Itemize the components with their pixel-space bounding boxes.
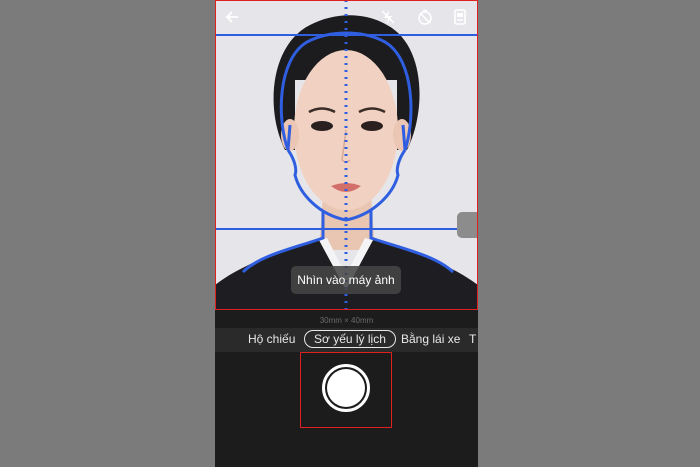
shutter-button[interactable]: [322, 364, 370, 412]
shutter-button-inner: [327, 369, 365, 407]
side-panel-tab[interactable]: [457, 212, 478, 238]
mode-driver-license[interactable]: Bằng lái xe: [401, 332, 460, 346]
mode-resume[interactable]: Sơ yếu lý lịch: [304, 330, 396, 348]
camera-switch-icon[interactable]: [449, 6, 471, 28]
mode-selector: Hộ chiếu Sơ yếu lý lịch Bằng lái xe T: [215, 328, 478, 352]
subject-photo: [215, 0, 478, 310]
mode-passport[interactable]: Hộ chiếu: [248, 332, 295, 346]
camera-top-bar: [215, 6, 478, 28]
camera-app: Nhìn vào máy ảnh 30mm × 40mm Hộ chiếu Sơ…: [215, 0, 478, 467]
timer-off-icon[interactable]: [414, 6, 436, 28]
look-at-camera-prompt: Nhìn vào máy ảnh: [291, 266, 401, 294]
shutter-highlight-box: [300, 352, 392, 428]
flash-off-icon[interactable]: [377, 6, 399, 28]
back-arrow-icon[interactable]: [221, 6, 243, 28]
photo-size-label: 30mm × 40mm: [319, 316, 374, 325]
mode-next-partial[interactable]: T: [469, 332, 476, 346]
viewfinder: Nhìn vào máy ảnh: [215, 0, 478, 310]
